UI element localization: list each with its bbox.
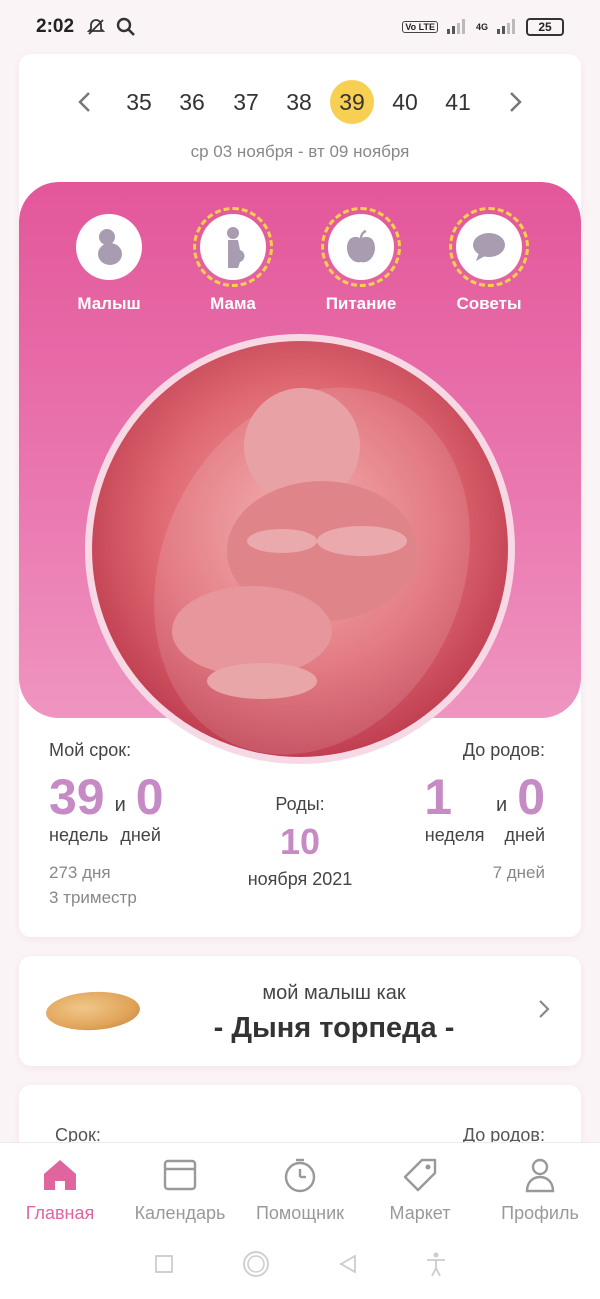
- nav-profile-label: Профиль: [501, 1203, 579, 1223]
- until-total: 7 дней: [492, 863, 545, 882]
- tab-nutrition-label: Питание: [325, 294, 397, 313]
- fetus-image: [92, 341, 508, 757]
- baby-icon: [76, 214, 142, 280]
- tab-baby-label: Малыш: [77, 294, 141, 313]
- term-days-unit: дней: [120, 825, 161, 845]
- until-caption: До родов:: [462, 740, 545, 760]
- term-and: и: [114, 794, 126, 816]
- term-weeks-unit: недель: [49, 825, 109, 845]
- birth-day: 10: [279, 821, 321, 862]
- home-icon: [40, 1155, 80, 1195]
- until-days-unit: дней: [504, 825, 545, 845]
- week-37[interactable]: 37: [224, 80, 268, 124]
- volte-icon: Vo LTE: [402, 21, 438, 33]
- melon-image: [45, 989, 141, 1033]
- tab-tips[interactable]: Советы: [441, 207, 537, 314]
- home-system-icon[interactable]: [241, 1249, 271, 1284]
- tab-baby[interactable]: Малыш: [61, 214, 157, 314]
- back-icon[interactable]: [337, 1253, 359, 1280]
- nav-assistant-label: Помощник: [255, 1203, 344, 1223]
- status-time: 2:02: [36, 16, 75, 37]
- profile-icon: [520, 1155, 560, 1195]
- nav-calendar-label: Календарь: [134, 1203, 226, 1223]
- tab-nutrition[interactable]: Питание: [313, 207, 409, 314]
- week-40[interactable]: 40: [383, 80, 427, 124]
- fruit-caption: мой малыш как: [262, 982, 406, 1004]
- birth-month-year: ноября 2021: [247, 869, 353, 889]
- search-icon: [116, 17, 136, 37]
- until-birth-block: До родов: 1 и 0 неделя дней 7 дней: [424, 740, 545, 885]
- next-week-icon[interactable]: [501, 84, 531, 120]
- pregnant-mom-icon: [193, 207, 273, 287]
- network-type: 4G: [475, 22, 488, 32]
- until-weeks: 1: [424, 769, 453, 825]
- stopwatch-icon: [280, 1155, 320, 1195]
- term-trimester: 3 триместр: [49, 888, 137, 907]
- until-days: 0: [517, 769, 545, 825]
- prev-week-icon[interactable]: [69, 84, 99, 120]
- date-range: ср 03 ноября - вт 09 ноября: [190, 142, 410, 161]
- tab-mom-label: Мама: [210, 294, 256, 313]
- birth-date-block: Роды: 10 ноября 2021: [229, 794, 371, 890]
- status-bar: 2:02 Vo LTE 4G 25: [0, 0, 600, 54]
- my-term-caption: Мой срок:: [49, 740, 132, 760]
- week-38[interactable]: 38: [277, 80, 321, 124]
- nav-assistant[interactable]: Помощник: [240, 1143, 360, 1234]
- week-36[interactable]: 36: [170, 80, 214, 124]
- recents-icon[interactable]: [153, 1253, 175, 1280]
- term-weeks: 39: [49, 769, 105, 825]
- week-35[interactable]: 35: [117, 80, 161, 124]
- week-41[interactable]: 41: [436, 80, 480, 124]
- fetus-illustration: [85, 334, 515, 764]
- pregnancy-card: 35 36 37 38 39 40 41 ср 03 ноября - вт 0…: [19, 54, 581, 937]
- week-selector: 35 36 37 38 39 40 41: [19, 74, 581, 130]
- until-weeks-unit: неделя: [424, 825, 485, 845]
- chat-bubble-icon: [449, 207, 529, 287]
- term-total-days: 273 дня: [49, 863, 111, 882]
- nav-market-label: Маркет: [389, 1203, 451, 1223]
- tab-mom[interactable]: Мама: [185, 207, 281, 314]
- nav-home[interactable]: Главная: [0, 1143, 120, 1234]
- nav-home-label: Главная: [25, 1203, 95, 1223]
- nav-profile[interactable]: Профиль: [480, 1143, 600, 1234]
- my-term-block: Мой срок: 39 и 0 недель дней 273 дня 3 т…: [49, 740, 164, 910]
- notifications-off-icon: [86, 17, 106, 37]
- fruit-name: - Дыня торпеда -: [213, 1012, 455, 1044]
- signal-icon: [446, 18, 468, 37]
- fruit-size-card[interactable]: мой малыш как - Дыня торпеда -: [19, 956, 581, 1066]
- signal-2-icon: [496, 18, 518, 37]
- calendar-icon: [160, 1155, 200, 1195]
- battery-icon: 25: [526, 18, 564, 36]
- chevron-right-icon: [537, 996, 551, 1027]
- system-nav-bar: [0, 1234, 600, 1299]
- tab-tips-label: Советы: [456, 294, 522, 313]
- accessibility-icon[interactable]: [425, 1251, 447, 1282]
- until-and: и: [496, 794, 508, 816]
- nav-calendar[interactable]: Календарь: [120, 1143, 240, 1234]
- bottom-navigation: Главная Календарь Помощник Маркет Профил…: [0, 1142, 600, 1234]
- apple-icon: [321, 207, 401, 287]
- term-days: 0: [135, 769, 164, 825]
- birth-caption: Роды:: [275, 794, 325, 814]
- tag-icon: [400, 1155, 440, 1195]
- nav-market[interactable]: Маркет: [360, 1143, 480, 1234]
- week-39-selected[interactable]: 39: [330, 80, 374, 124]
